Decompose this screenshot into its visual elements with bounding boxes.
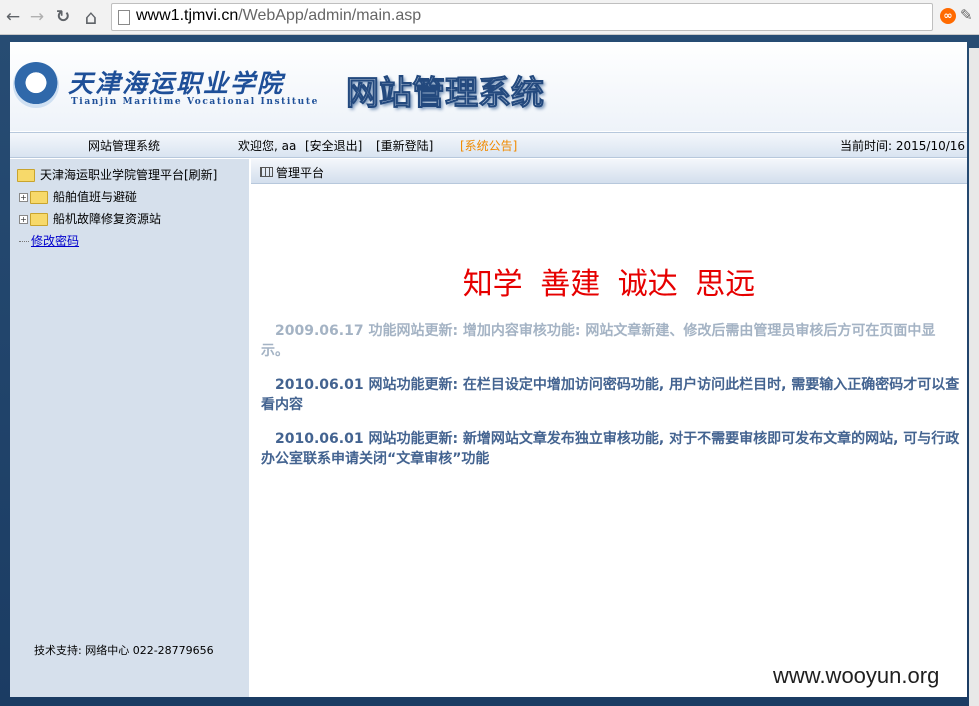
tree-root[interactable]: 天津海运职业学院管理平台[刷新] [17, 166, 217, 183]
folder-icon [30, 191, 48, 204]
header-banner: 天津海运职业学院 Tianjin Maritime Vocational Ins… [10, 42, 967, 131]
page-icon [118, 10, 130, 25]
forward-icon[interactable]: → [26, 6, 48, 28]
system-title: 网站管理系统 [346, 73, 545, 113]
url-text[interactable]: www1.tjmvi.cn/WebApp/admin/main.asp [136, 7, 421, 25]
school-emblem-icon [13, 62, 59, 108]
news-item: 2010.06.01 网站功能更新: 新增网站文章发布独立审核功能, 对于不需要… [261, 431, 960, 467]
tree-root-label[interactable]: 天津海运职业学院管理平台[刷新] [40, 168, 217, 182]
back-icon[interactable]: ← [2, 6, 24, 28]
tree-item-engine-repair[interactable]: + 船机故障修复资源站 [19, 210, 161, 227]
current-time: 当前时间: 2015/10/16 [840, 139, 966, 153]
tab-management-platform: 管理平台 [276, 166, 325, 180]
main-tab-header: 管理平台 [251, 159, 967, 184]
school-name-cn: 天津海运职业学院 [68, 69, 285, 98]
browser-toolbar: ← → ↻ ⌂ www1.tjmvi.cn/WebApp/admin/main.… [0, 0, 979, 35]
sidebar: 天津海运职业学院管理平台[刷新] + 船舶值班与避碰 + 船机故障修复资源站 修改密… [10, 159, 249, 697]
tree-item-label[interactable]: 船机故障修复资源站 [53, 212, 161, 226]
main-panel: 管理平台 知学 善建 诚达 思远 2009.06.17 功能网站更新: 增加内容… [251, 159, 967, 697]
expand-icon[interactable]: + [19, 215, 28, 224]
welcome-text: 欢迎您, aa [238, 139, 297, 153]
tech-support: 技术支持: 网络中心 022-28779656 [34, 644, 214, 657]
change-password-link[interactable]: 修改密码 [31, 234, 79, 248]
tree-item-label[interactable]: 船舶值班与避碰 [53, 190, 137, 204]
tree-item-ship-duty[interactable]: + 船舶值班与避碰 [19, 188, 137, 205]
school-motto: 知学 善建 诚达 思远 [462, 267, 756, 302]
extension-icon[interactable]: ∞ [940, 8, 956, 24]
notice-link[interactable]: [系统公告] [460, 137, 517, 154]
wrench-icon[interactable]: ✎ [960, 6, 973, 24]
folder-open-icon [17, 169, 35, 182]
scrollbar[interactable] [969, 48, 979, 706]
grid-icon [260, 167, 273, 177]
admin-page: 天津海运职业学院 Tianjin Maritime Vocational Ins… [10, 42, 967, 697]
news-item: 2010.06.01 网站功能更新: 在栏目设定中增加访问密码功能, 用户访问此… [261, 377, 960, 413]
address-bar[interactable]: www1.tjmvi.cn/WebApp/admin/main.asp [111, 3, 933, 31]
expand-icon[interactable]: + [19, 193, 28, 202]
school-name-en: Tianjin Maritime Vocational Institute [71, 97, 319, 107]
system-name: 网站管理系统 [88, 139, 161, 153]
logout-link[interactable]: [安全退出] [305, 137, 362, 154]
tree-line [19, 241, 29, 242]
top-status-bar: 网站管理系统 欢迎您, aa [安全退出] [重新登陆] [系统公告] 当前时间… [10, 132, 967, 158]
relogin-link[interactable]: [重新登陆] [376, 137, 433, 154]
folder-icon [30, 213, 48, 226]
watermark: www.wooyun.org [773, 663, 940, 688]
news-item: 2009.06.17 功能网站更新: 增加内容审核功能: 网站文章新建、修改后需… [261, 323, 936, 359]
home-icon[interactable]: ⌂ [80, 6, 102, 28]
tree-item-change-password[interactable]: 修改密码 [19, 232, 79, 249]
reload-icon[interactable]: ↻ [52, 6, 74, 28]
